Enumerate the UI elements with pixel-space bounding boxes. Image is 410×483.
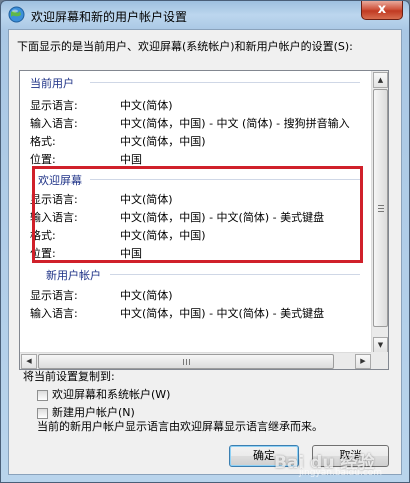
row-label: 格式: [30, 135, 56, 148]
grip-line [378, 205, 384, 206]
grip-line [183, 359, 184, 365]
row-value: 中文(简体) [120, 99, 173, 112]
title-bar[interactable]: 欢迎屏幕和新的用户帐户设置 x [1, 1, 409, 29]
section-heading-new-user: 新用户帐户 [46, 269, 101, 282]
baidu-watermark-url: jingyan.baidu.com [299, 468, 383, 478]
horizontal-scroll-thumb[interactable] [38, 354, 334, 369]
scroll-down-icon[interactable]: ▼ [373, 337, 388, 353]
vertical-scrollbar[interactable]: ▲ ▼ [371, 71, 388, 354]
grip-line [378, 208, 384, 209]
row-value: 中文(简体，中国) [120, 135, 206, 148]
grip-line [186, 359, 187, 365]
settings-description: 下面显示的是当前用户、欢迎屏幕(系统帐户)和新用户帐户的设置(S): [17, 40, 353, 53]
grip-line [189, 359, 190, 365]
row-value: 中文(简体，中国) - 中文 (简体) - 搜狗拼音输入 [120, 117, 350, 130]
scroll-up-icon[interactable]: ▲ [373, 72, 388, 88]
row-label: 输入语言: [30, 117, 78, 130]
section-divider [110, 274, 360, 275]
globe-icon [8, 6, 25, 23]
close-button[interactable]: x [361, 1, 403, 20]
row-label: 显示语言: [30, 289, 78, 302]
vertical-scroll-thumb[interactable] [373, 89, 388, 327]
scroll-left-icon[interactable]: ◀ [21, 354, 37, 369]
row-label: 输入语言: [30, 307, 78, 320]
window-title: 欢迎屏幕和新的用户帐户设置 [31, 10, 188, 24]
horizontal-scrollbar[interactable]: ◀ ▶ [20, 352, 373, 369]
welcome-screen-highlight-box [32, 166, 363, 263]
dialog-window: 欢迎屏幕和新的用户帐户设置 x 下面显示的是当前用户、欢迎屏幕(系统帐户)和新用… [0, 0, 410, 483]
scroll-corner [371, 352, 388, 369]
scroll-right-icon[interactable]: ▶ [355, 354, 371, 369]
inheritance-note: 当前的新用户帐户显示语言由欢迎屏幕显示语言继承而来。 [37, 420, 323, 433]
grip-line [378, 211, 384, 212]
checkbox-welcome-and-system[interactable]: 欢迎屏幕和系统帐户(W) [37, 386, 170, 402]
section-heading-current-user: 当前用户 [30, 77, 74, 90]
checkbox-box[interactable] [37, 389, 48, 401]
dialog-client-area: 下面显示的是当前用户、欢迎屏幕(系统帐户)和新用户帐户的设置(S): 当前用户 … [8, 29, 402, 478]
row-label: 位置: [30, 153, 56, 166]
row-label: 显示语言: [30, 99, 78, 112]
row-value: 中文(简体) [120, 289, 173, 302]
copy-settings-label: 将当前设置复制到: [23, 370, 115, 383]
section-divider [90, 82, 360, 83]
checkbox-label[interactable]: 欢迎屏幕和系统帐户(W) [52, 388, 170, 401]
row-value: 中文(简体，中国) - 中文(简体) - 美式键盘 [120, 307, 325, 320]
row-value: 中国 [120, 153, 142, 166]
checkbox-box[interactable] [37, 407, 48, 419]
